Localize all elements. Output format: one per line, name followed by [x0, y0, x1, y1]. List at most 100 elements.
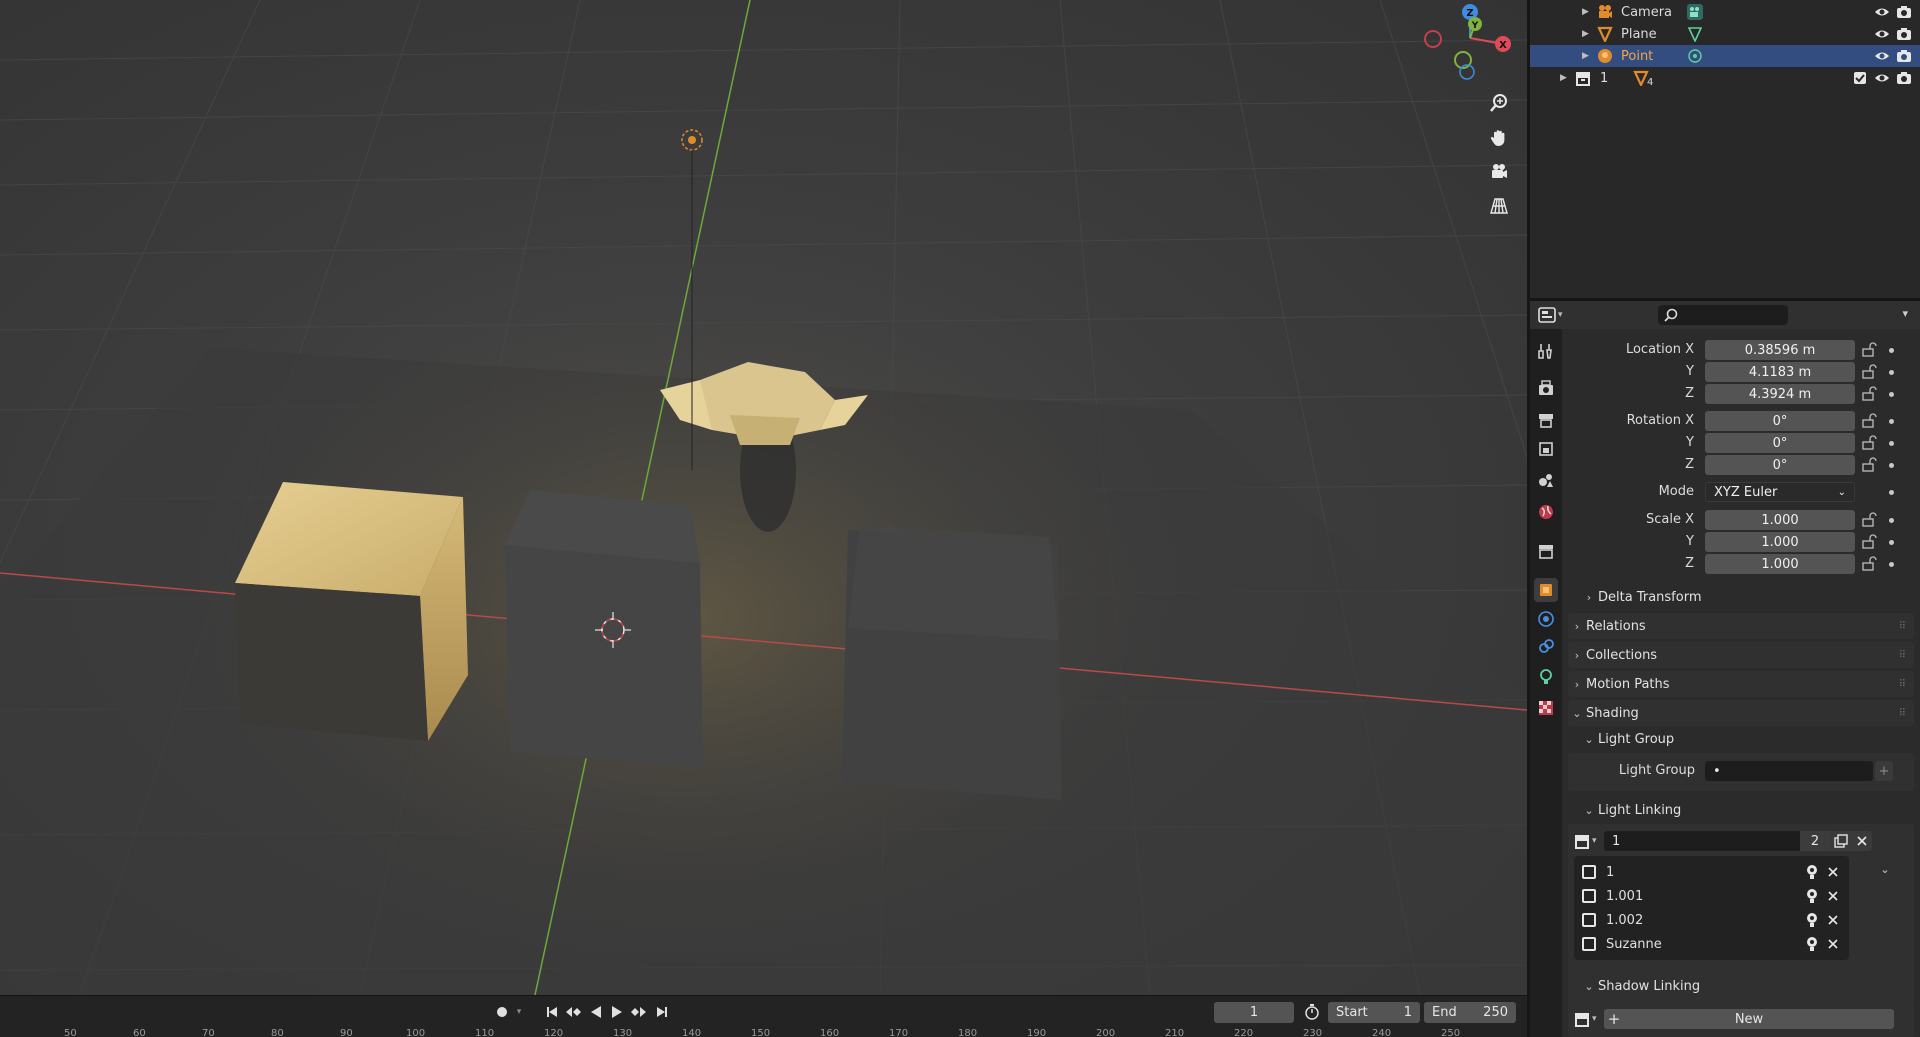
tab-output[interactable]: [1534, 408, 1558, 432]
list-item[interactable]: 1.002: [1574, 908, 1849, 932]
drag-handle-icon[interactable]: ⠿: [1899, 679, 1906, 690]
stopwatch-icon[interactable]: [1302, 1002, 1322, 1022]
rotation-mode-dropdown[interactable]: XYZ Euler ⌄: [1705, 482, 1855, 502]
panel-shading[interactable]: ⌄ Shading ⠿: [1568, 700, 1914, 726]
outliner-row-point[interactable]: ▶ Point: [1530, 45, 1920, 67]
keyframe-dot[interactable]: [1889, 348, 1894, 353]
pan-hand-icon[interactable]: [1484, 123, 1514, 153]
navigation-gizmo[interactable]: Z Y X: [1415, 0, 1515, 90]
expand-arrow-icon[interactable]: ▶: [1582, 29, 1589, 39]
location-y-field[interactable]: 4.1183 m: [1705, 362, 1855, 382]
lock-icon[interactable]: [1861, 386, 1877, 402]
list-item[interactable]: Suzanne: [1574, 932, 1849, 956]
camera-data-icon[interactable]: [1686, 3, 1704, 21]
subpanel-shadow-linking[interactable]: ⌄ Shadow Linking: [1580, 974, 1914, 998]
timeline-ruler[interactable]: 50 60 70 80 90 100 110 120 130 140 150 1…: [0, 1028, 1527, 1037]
perspective-grid-icon[interactable]: [1484, 191, 1514, 221]
tab-collection[interactable]: [1534, 539, 1558, 563]
shadow-collection-browse-button[interactable]: ▾: [1574, 1009, 1602, 1029]
lock-icon[interactable]: [1861, 364, 1877, 380]
eye-icon[interactable]: [1874, 70, 1890, 86]
light-group-input[interactable]: •: [1705, 761, 1873, 781]
close-icon[interactable]: [1827, 890, 1839, 902]
chevron-down-icon[interactable]: ▾: [513, 1002, 525, 1022]
tab-object[interactable]: [1534, 578, 1558, 602]
lock-icon[interactable]: [1861, 413, 1877, 429]
scale-z-field[interactable]: 1.000: [1705, 554, 1855, 574]
light-state-icon[interactable]: [1805, 888, 1819, 904]
list-item[interactable]: 1.001: [1574, 884, 1849, 908]
lock-icon[interactable]: [1861, 435, 1877, 451]
checkbox-icon[interactable]: [1582, 937, 1596, 951]
light-linking-collection-name[interactable]: 1: [1604, 831, 1800, 851]
next-keyframe-icon[interactable]: [628, 1002, 650, 1022]
location-z-field[interactable]: 4.3924 m: [1705, 384, 1855, 404]
close-icon[interactable]: [1827, 866, 1839, 878]
rotation-x-field[interactable]: 0°: [1705, 411, 1855, 431]
drag-handle-icon[interactable]: ⠿: [1899, 708, 1906, 719]
play-icon[interactable]: [607, 1002, 627, 1022]
light-state-icon[interactable]: [1805, 912, 1819, 928]
3d-viewport[interactable]: Z Y X: [0, 0, 1527, 995]
render-camera-icon[interactable]: [1896, 4, 1912, 20]
chevron-down-icon[interactable]: ▾: [1902, 307, 1908, 320]
panel-relations[interactable]: › Relations ⠿: [1568, 613, 1914, 639]
checkbox-icon[interactable]: [1582, 865, 1596, 879]
keyframe-dot[interactable]: [1889, 463, 1894, 468]
mesh-data-icon[interactable]: [1686, 25, 1704, 43]
collection-browse-button[interactable]: ▾: [1574, 831, 1602, 851]
record-keyframe-icon[interactable]: [492, 1002, 512, 1022]
add-light-group-button[interactable]: +: [1875, 761, 1893, 781]
keyframe-dot[interactable]: [1889, 540, 1894, 545]
panel-motion-paths[interactable]: › Motion Paths ⠿: [1568, 671, 1914, 697]
current-frame-field[interactable]: 1: [1214, 1002, 1294, 1023]
list-options-button[interactable]: ⌄: [1876, 863, 1894, 879]
light-data-icon[interactable]: [1686, 47, 1704, 65]
end-frame-field[interactable]: End 250: [1424, 1002, 1516, 1023]
drag-handle-icon[interactable]: ⠿: [1899, 621, 1906, 632]
list-item[interactable]: 1: [1574, 860, 1849, 884]
checkbox-icon[interactable]: [1582, 889, 1596, 903]
camera-view-icon[interactable]: [1484, 157, 1514, 187]
tab-scene[interactable]: [1534, 468, 1558, 492]
scale-x-field[interactable]: 1.000: [1705, 510, 1855, 530]
outliner-row-collection-1[interactable]: ▶ 1 4: [1530, 67, 1920, 89]
location-x-field[interactable]: 0.38596 m: [1705, 340, 1855, 360]
keyframe-dot[interactable]: [1889, 562, 1894, 567]
checkbox-icon[interactable]: [1852, 70, 1868, 86]
eye-icon[interactable]: [1874, 26, 1890, 42]
lock-icon[interactable]: [1861, 556, 1877, 572]
jump-end-icon[interactable]: [652, 1002, 672, 1022]
properties-search-input[interactable]: [1658, 305, 1788, 325]
user-count-badge[interactable]: 2: [1800, 831, 1830, 851]
light-state-icon[interactable]: [1805, 864, 1819, 880]
drag-handle-icon[interactable]: ⠿: [1899, 650, 1906, 661]
tab-render[interactable]: [1534, 376, 1558, 400]
tab-view-layer[interactable]: [1534, 437, 1558, 461]
prev-keyframe-icon[interactable]: [562, 1002, 584, 1022]
lock-icon[interactable]: [1861, 512, 1877, 528]
tab-constraints[interactable]: [1534, 635, 1558, 659]
keyframe-dot[interactable]: [1889, 518, 1894, 523]
outliner-row-camera[interactable]: ▶ Camera: [1530, 1, 1920, 23]
checkbox-icon[interactable]: [1582, 913, 1596, 927]
keyframe-dot[interactable]: [1889, 370, 1894, 375]
keyframe-dot[interactable]: [1889, 490, 1894, 495]
render-camera-icon[interactable]: [1896, 70, 1912, 86]
rotation-y-field[interactable]: 0°: [1705, 433, 1855, 453]
keyframe-dot[interactable]: [1889, 392, 1894, 397]
eye-icon[interactable]: [1874, 4, 1890, 20]
scale-y-field[interactable]: 1.000: [1705, 532, 1855, 552]
render-camera-icon[interactable]: [1896, 26, 1912, 42]
tab-tool[interactable]: [1534, 339, 1558, 363]
unlink-collection-button[interactable]: [1852, 831, 1872, 851]
start-frame-field[interactable]: Start 1: [1328, 1002, 1420, 1023]
play-reverse-icon[interactable]: [586, 1002, 606, 1022]
panel-delta-transform[interactable]: › Delta Transform: [1580, 585, 1914, 609]
expand-arrow-icon[interactable]: ▶: [1560, 73, 1567, 83]
render-camera-icon[interactable]: [1896, 48, 1912, 64]
close-icon[interactable]: [1827, 938, 1839, 950]
duplicate-collection-button[interactable]: [1830, 831, 1852, 851]
lock-icon[interactable]: [1861, 457, 1877, 473]
keyframe-dot[interactable]: [1889, 419, 1894, 424]
